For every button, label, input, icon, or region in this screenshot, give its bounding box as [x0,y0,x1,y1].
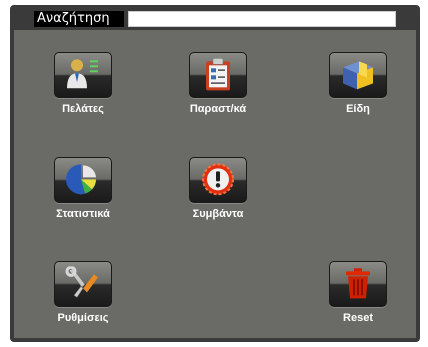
tile-settings[interactable]: Ρυθμίσεις [43,261,123,324]
tile-customers[interactable]: Πελάτες [43,52,123,115]
settings-button[interactable] [54,261,112,307]
settings-label: Ρυθμίσεις [57,312,109,324]
tile-events[interactable]: Συμβάντα [178,157,258,220]
search-label: Αναζήτηση [34,11,124,27]
documents-button[interactable] [189,52,247,98]
trash-icon [346,268,370,299]
search-input[interactable] [128,11,396,27]
customers-label: Πελάτες [62,103,104,115]
customer-icon [67,59,98,89]
statistics-button[interactable] [54,157,112,203]
tile-reset[interactable]: Reset [318,261,398,324]
items-label: Είδη [346,103,370,115]
reset-label: Reset [343,312,373,324]
tile-documents[interactable]: Παραστ/κά [178,52,258,115]
documents-label: Παραστ/κά [189,103,247,115]
clipboard-icon [206,58,230,91]
box-icon [343,61,373,90]
pie-chart-icon [66,164,96,195]
customers-button[interactable] [54,52,112,98]
reset-button[interactable] [329,261,387,307]
tile-items[interactable]: Είδη [318,52,398,115]
statistics-label: Στατιστικά [56,208,110,220]
events-button[interactable] [189,157,247,203]
items-button[interactable] [329,52,387,98]
tile-statistics[interactable]: Στατιστικά [43,157,123,220]
tools-icon [65,266,98,298]
events-label: Συμβάντα [192,208,244,220]
alert-icon [202,163,234,196]
